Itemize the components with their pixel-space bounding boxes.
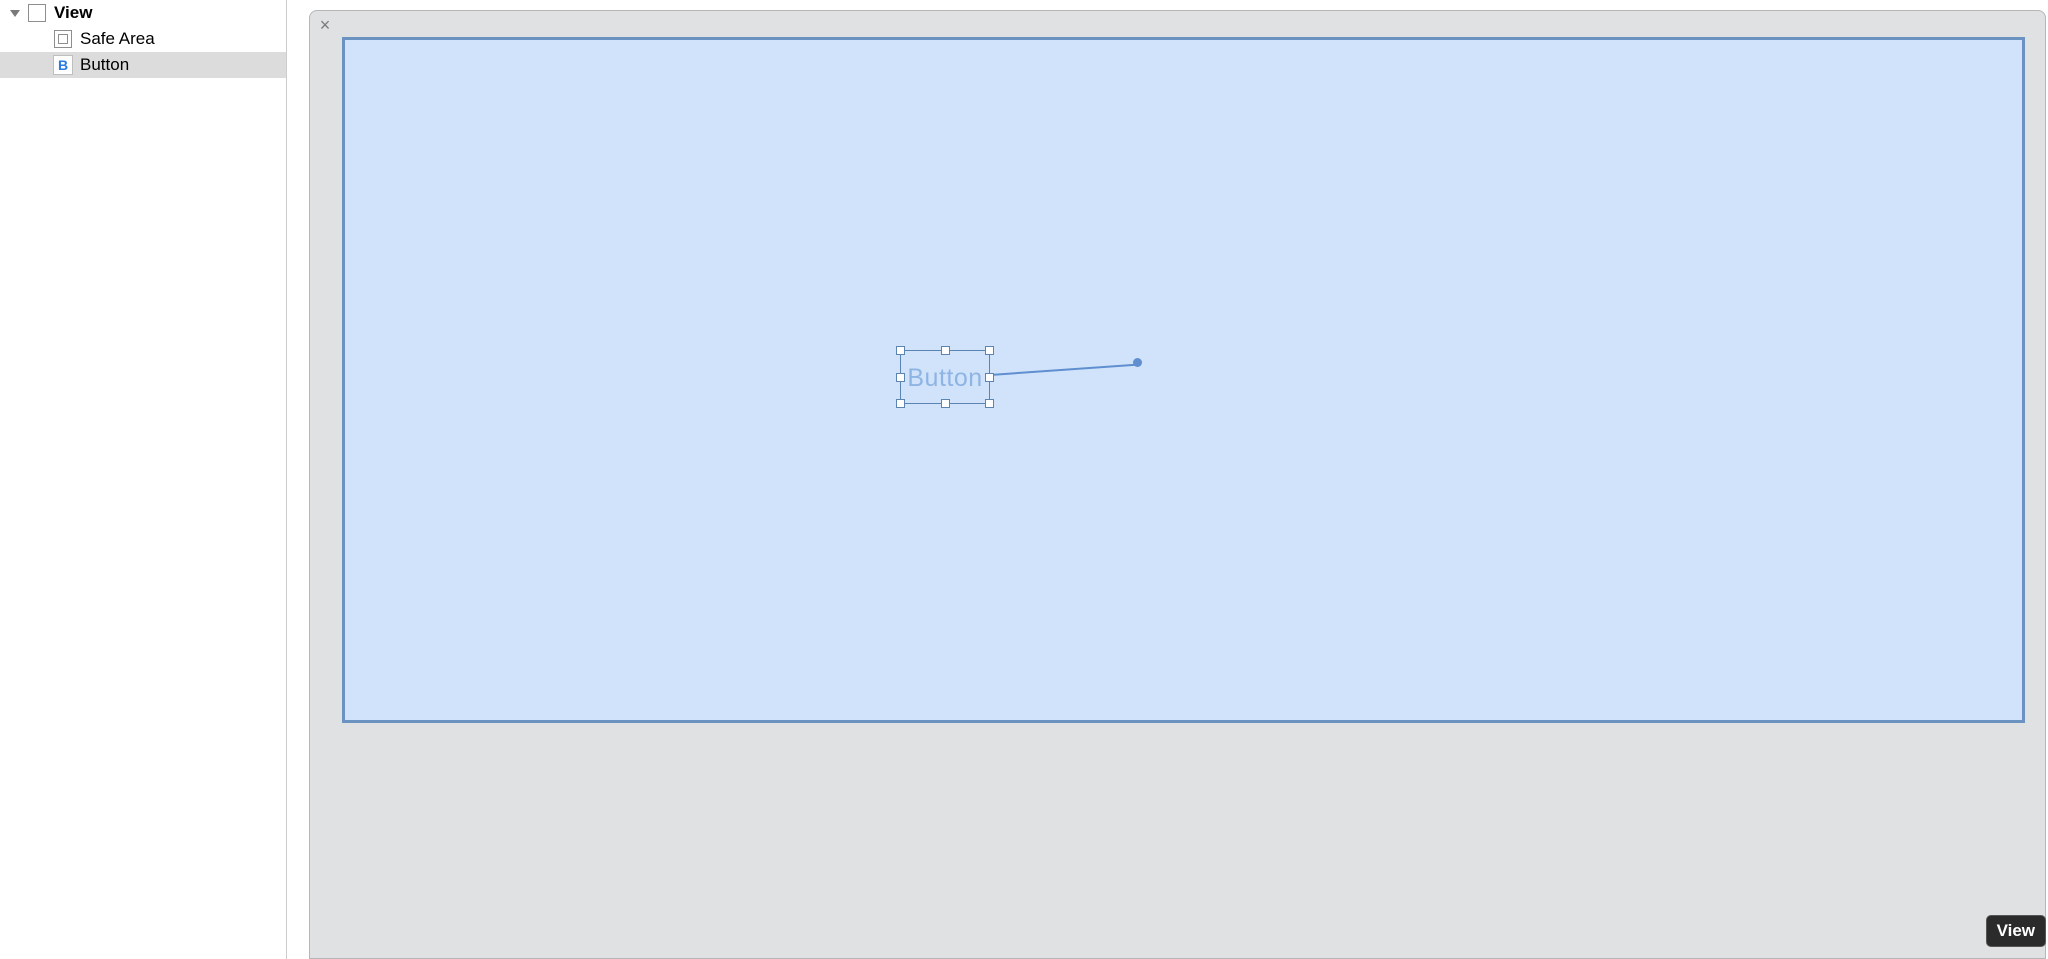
constraint-connection-endpoint[interactable] — [1133, 358, 1142, 367]
resize-handle-s[interactable] — [941, 399, 950, 408]
canvas-element-button-label: Button — [900, 364, 990, 393]
close-icon[interactable]: × — [316, 17, 334, 35]
constraint-connection-line — [990, 364, 1138, 376]
resize-handle-ne[interactable] — [985, 346, 994, 355]
view-icon — [26, 2, 48, 24]
button-icon: B — [52, 54, 74, 76]
outline-item-label: Safe Area — [80, 29, 155, 49]
canvas-element-button[interactable]: Button — [900, 350, 990, 404]
resize-handle-e[interactable] — [985, 373, 994, 382]
outline-item-view[interactable]: View — [0, 0, 286, 26]
editor-window[interactable]: × Button — [309, 10, 2046, 959]
resize-handle-sw[interactable] — [896, 399, 905, 408]
document-outline: View Safe Area B Button — [0, 0, 287, 959]
disclosure-triangle-icon[interactable] — [8, 6, 22, 20]
outline-item-safe-area[interactable]: Safe Area — [0, 26, 286, 52]
outline-item-label: Button — [80, 55, 129, 75]
resize-handle-se[interactable] — [985, 399, 994, 408]
outline-item-button[interactable]: B Button — [0, 52, 286, 78]
outline-item-label: View — [54, 3, 92, 23]
resize-handle-n[interactable] — [941, 346, 950, 355]
resize-handle-w[interactable] — [896, 373, 905, 382]
canvas-area: × Button — [287, 0, 2048, 959]
resize-handle-nw[interactable] — [896, 346, 905, 355]
hover-target-tooltip: View — [1986, 915, 2046, 947]
safe-area-icon — [52, 28, 74, 50]
device-root-view[interactable]: Button — [342, 37, 2025, 723]
